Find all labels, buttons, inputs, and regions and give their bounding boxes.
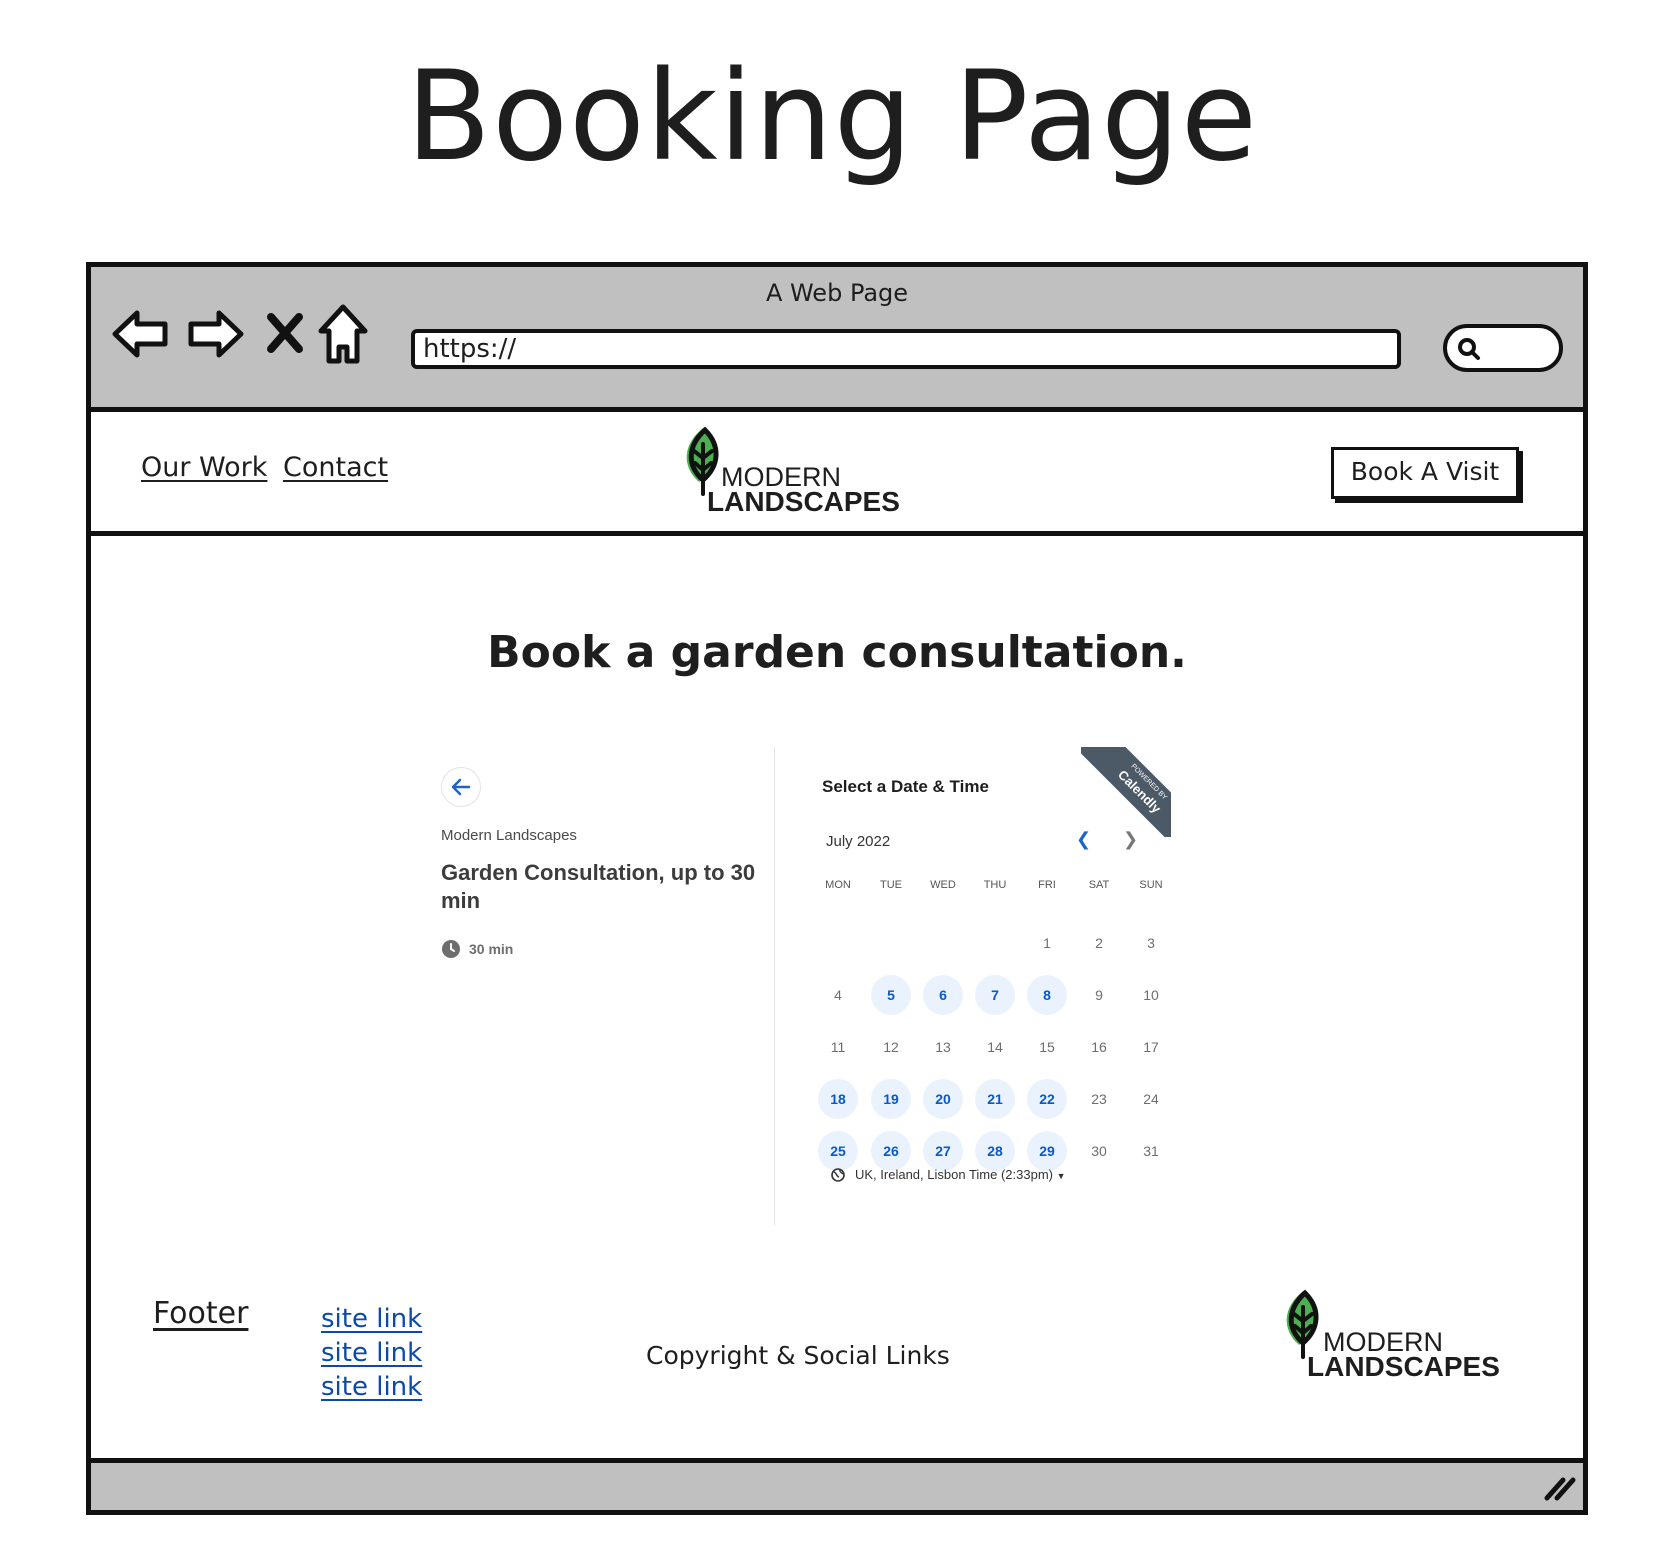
next-month-icon[interactable]: ❯ — [1123, 829, 1138, 850]
site-header: Our Work Contact MODERN LANDSCAPES Book … — [91, 412, 1583, 536]
nav-contact[interactable]: Contact — [283, 452, 388, 483]
nav-our-work[interactable]: Our Work — [141, 452, 267, 483]
duration-text: 30 min — [469, 941, 514, 957]
back-arrow-icon[interactable] — [111, 307, 171, 365]
calendar-day: 12 — [883, 1039, 899, 1055]
header-logo[interactable]: MODERN LANDSCAPES — [677, 424, 917, 524]
book-a-visit-button[interactable]: Book A Visit — [1331, 447, 1519, 499]
forward-arrow-icon[interactable] — [185, 307, 245, 365]
globe-icon — [831, 1168, 845, 1182]
logo-line2: LANDSCAPES — [1307, 1351, 1500, 1382]
prev-month-icon[interactable]: ❮ — [1076, 829, 1091, 850]
footer-site-link[interactable]: site link — [321, 1372, 422, 1402]
event-name: Garden Consultation, up to 30 min — [441, 860, 756, 913]
weekday-header: WED — [930, 879, 956, 891]
calendar-day-available[interactable]: 20 — [923, 1079, 963, 1119]
calendar-day: 11 — [830, 1039, 846, 1055]
logo-line2: LANDSCAPES — [707, 486, 900, 517]
weekday-header: SUN — [1139, 879, 1163, 891]
calendar-day: 31 — [1143, 1143, 1159, 1159]
weekday-header: FRI — [1038, 879, 1056, 891]
calendar-day-available[interactable]: 25 — [818, 1131, 858, 1171]
footer-logo: MODERN LANDSCAPES — [1277, 1287, 1517, 1387]
organization-name: Modern Landscapes — [441, 827, 577, 844]
footer-site-link[interactable]: site link — [321, 1338, 422, 1368]
back-button[interactable] — [441, 767, 481, 807]
calendar-day-available[interactable]: 29 — [1027, 1131, 1067, 1171]
calendar-day: 1 — [1043, 935, 1051, 951]
calendar-day: 13 — [935, 1039, 951, 1055]
calendar-day-available[interactable]: 6 — [923, 975, 963, 1015]
calendar-day: 24 — [1143, 1091, 1159, 1107]
browser-chrome: A Web Page https:// — [91, 267, 1583, 412]
calendar-day: 30 — [1091, 1143, 1107, 1159]
calendar-day: 15 — [1039, 1039, 1055, 1055]
calendar-day-available[interactable]: 28 — [975, 1131, 1015, 1171]
calendar-day: 3 — [1147, 935, 1155, 951]
calendar-day: 9 — [1095, 987, 1103, 1003]
calendar-day: 14 — [987, 1039, 1003, 1055]
weekday-header: TUE — [880, 879, 902, 891]
calendar-day: 10 — [1143, 987, 1159, 1003]
calendar-day-available[interactable]: 8 — [1027, 975, 1067, 1015]
calendar-day: 23 — [1091, 1091, 1107, 1107]
clock-icon — [442, 940, 460, 958]
main-heading: Book a garden consultation. — [487, 627, 1187, 678]
calendar-day-available[interactable]: 21 — [975, 1079, 1015, 1119]
resize-grip-icon[interactable] — [1541, 1472, 1577, 1506]
calendar-day: 16 — [1091, 1039, 1107, 1055]
weekday-header: THU — [983, 879, 1007, 891]
calendar-day-available[interactable]: 22 — [1027, 1079, 1067, 1119]
calendar-day-available[interactable]: 26 — [871, 1131, 911, 1171]
panel-divider — [774, 747, 775, 1225]
close-x-icon[interactable] — [265, 311, 305, 359]
footer-site-link[interactable]: site link — [321, 1304, 422, 1334]
powered-by-calendly-badge[interactable]: POWERED BY Calendly — [1081, 747, 1171, 837]
page-title: Booking Page — [406, 45, 1258, 189]
browser-window: A Web Page https:// Our Work Contact MOD… — [86, 262, 1588, 1515]
select-date-title: Select a Date & Time — [822, 777, 989, 796]
weekday-header: SAT — [1088, 879, 1110, 891]
footer-title: Footer — [153, 1296, 249, 1331]
calendly-widget: Modern Landscapes Garden Consultation, u… — [441, 747, 1171, 1227]
calendar-day-available[interactable]: 7 — [975, 975, 1015, 1015]
arrow-left-icon — [451, 778, 471, 796]
url-input[interactable]: https:// — [411, 329, 1401, 369]
calendar-month: July 2022 — [826, 833, 891, 850]
calendar-day-available[interactable]: 18 — [818, 1079, 858, 1119]
window-title: A Web Page — [765, 279, 909, 307]
copyright-social-links: Copyright & Social Links — [646, 1341, 950, 1370]
search-input[interactable] — [1443, 324, 1563, 372]
calendar-day-available[interactable]: 5 — [871, 975, 911, 1015]
home-icon[interactable] — [317, 303, 369, 371]
timezone-selector[interactable]: UK, Ireland, Lisbon Time (2:33pm) ▼ — [831, 1167, 1066, 1182]
calendar-day: 2 — [1095, 935, 1103, 951]
status-bar — [91, 1458, 1583, 1510]
calendar-day: 4 — [834, 987, 842, 1003]
timezone-text: UK, Ireland, Lisbon Time (2:33pm) — [855, 1167, 1053, 1182]
caret-down-icon: ▼ — [1056, 1171, 1066, 1181]
search-icon — [1458, 338, 1480, 360]
calendar-day: 17 — [1143, 1039, 1159, 1055]
calendar-day-available[interactable]: 19 — [871, 1079, 911, 1119]
weekday-header: MON — [825, 879, 851, 891]
calendar-day-available[interactable]: 27 — [923, 1131, 963, 1171]
event-duration: 30 min — [441, 939, 513, 959]
